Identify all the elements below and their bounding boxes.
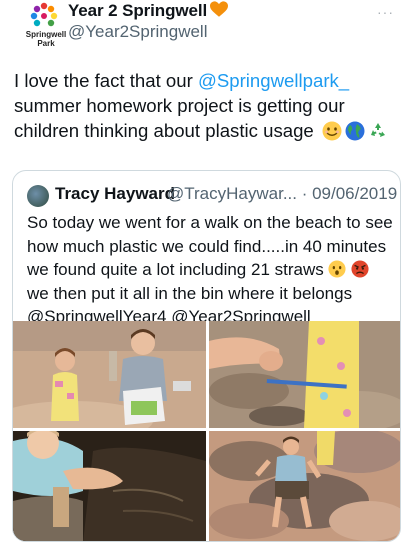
tweet-text-intro: I love the fact that our xyxy=(14,70,198,91)
user-handle[interactable]: @Year2Springwell xyxy=(68,22,208,42)
display-name-text: Year 2 Springwell xyxy=(68,1,208,20)
mention-link[interactable]: @Springwellpark_ xyxy=(198,70,349,91)
quoted-tweet-text: So today we went for a walk on the beach… xyxy=(27,211,395,329)
photo-grid xyxy=(13,321,400,541)
photo-hand-holding-straw[interactable] xyxy=(209,321,400,428)
display-name[interactable]: Year 2 Springwell xyxy=(68,1,229,23)
quoted-tweet[interactable]: Tracy Hayward @TracyHaywar... · 09/06/20… xyxy=(12,170,401,542)
quoted-handle-date[interactable]: @TracyHaywar... · 09/06/2019 xyxy=(167,184,397,204)
avatar-label: Springwell Park xyxy=(25,30,67,48)
quoted-avatar[interactable] xyxy=(27,185,49,207)
photo-child-on-seaweed[interactable] xyxy=(13,431,206,541)
globe-icon xyxy=(345,121,365,141)
tweet-text: I love the fact that our @Springwellpark… xyxy=(14,68,398,143)
tweet-text-rest: summer homework project is getting our c… xyxy=(14,95,345,141)
orange-heart-icon xyxy=(210,1,229,23)
avatar[interactable]: Springwell Park xyxy=(20,2,68,50)
photo-boy-sitting-on-rocks[interactable] xyxy=(209,431,400,541)
recycle-icon xyxy=(368,121,388,141)
quoted-text-part2: we then put it all in the bin where it b… xyxy=(27,283,353,327)
quoted-display-name[interactable]: Tracy Hayward xyxy=(55,184,175,204)
worried-face-icon xyxy=(328,260,347,278)
springwell-logo-icon xyxy=(30,2,58,27)
smiling-face-icon xyxy=(322,121,342,141)
angry-face-icon xyxy=(351,260,369,278)
photo-children-holding-plastic[interactable] xyxy=(13,321,206,428)
tweet-header: Springwell Park Year 2 Springwell @Year2S… xyxy=(14,0,394,56)
more-options-button[interactable]: ··· xyxy=(377,4,394,20)
